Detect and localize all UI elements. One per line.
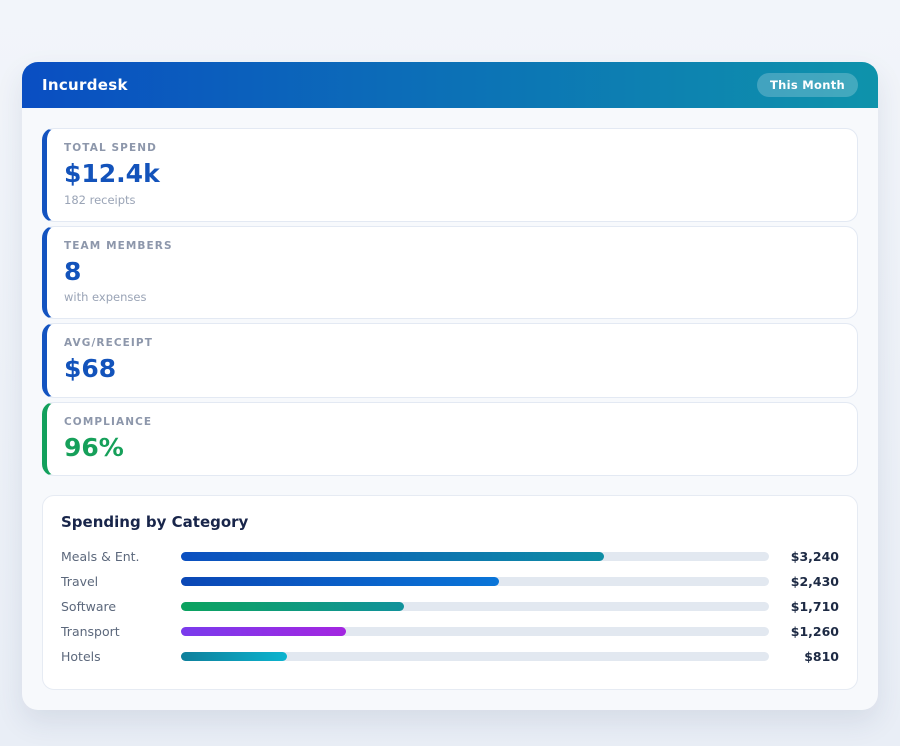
stat-label: COMPLIANCE xyxy=(64,416,840,428)
stat-card-team-members: TEAM MEMBERS 8 with expenses xyxy=(42,226,858,320)
chart-title: Spending by Category xyxy=(61,513,839,531)
bar-fill xyxy=(181,652,287,661)
stat-card-compliance: COMPLIANCE 96% xyxy=(42,402,858,477)
stat-label: AVG/RECEIPT xyxy=(64,337,840,349)
chart-row-meals: Meals & Ent. $3,240 xyxy=(61,544,839,569)
chart-row-software: Software $1,710 xyxy=(61,594,839,619)
category-label: Meals & Ent. xyxy=(61,549,181,564)
chart-row-transport: Transport $1,260 xyxy=(61,619,839,644)
stat-card-total-spend: TOTAL SPEND $12.4k 182 receipts xyxy=(42,128,858,222)
period-badge[interactable]: This Month xyxy=(757,73,858,97)
stat-value: $68 xyxy=(64,355,840,383)
bar-fill xyxy=(181,627,346,636)
bar-track xyxy=(181,552,769,561)
stat-value: 96% xyxy=(64,434,840,462)
stat-subtext: 182 receipts xyxy=(64,193,840,207)
bar-track xyxy=(181,602,769,611)
app-title: Incurdesk xyxy=(42,76,128,94)
stat-label: TOTAL SPEND xyxy=(64,142,840,154)
category-label: Transport xyxy=(61,624,181,639)
bar-fill xyxy=(181,602,404,611)
app-header: Incurdesk This Month xyxy=(22,62,878,108)
bar-track xyxy=(181,627,769,636)
category-value: $2,430 xyxy=(777,574,839,589)
bar-fill xyxy=(181,552,604,561)
stat-label: TEAM MEMBERS xyxy=(64,240,840,252)
stat-card-avg-receipt: AVG/RECEIPT $68 xyxy=(42,323,858,398)
bar-fill xyxy=(181,577,499,586)
category-label: Travel xyxy=(61,574,181,589)
chart-row-travel: Travel $2,430 xyxy=(61,569,839,594)
bar-track xyxy=(181,577,769,586)
incurdesk-app-card: Incurdesk This Month TOTAL SPEND $12.4k … xyxy=(22,62,878,710)
category-value: $1,260 xyxy=(777,624,839,639)
category-value: $1,710 xyxy=(777,599,839,614)
app-content: TOTAL SPEND $12.4k 182 receipts TEAM MEM… xyxy=(22,108,878,710)
stat-value: 8 xyxy=(64,258,840,286)
category-value: $3,240 xyxy=(777,549,839,564)
stat-subtext: with expenses xyxy=(64,290,840,304)
category-value: $810 xyxy=(777,649,839,664)
chart-row-hotels: Hotels $810 xyxy=(61,644,839,669)
category-label: Software xyxy=(61,599,181,614)
bar-track xyxy=(181,652,769,661)
category-label: Hotels xyxy=(61,649,181,664)
spending-by-category-chart: Spending by Category Meals & Ent. $3,240… xyxy=(42,495,858,690)
stat-value: $12.4k xyxy=(64,160,840,188)
